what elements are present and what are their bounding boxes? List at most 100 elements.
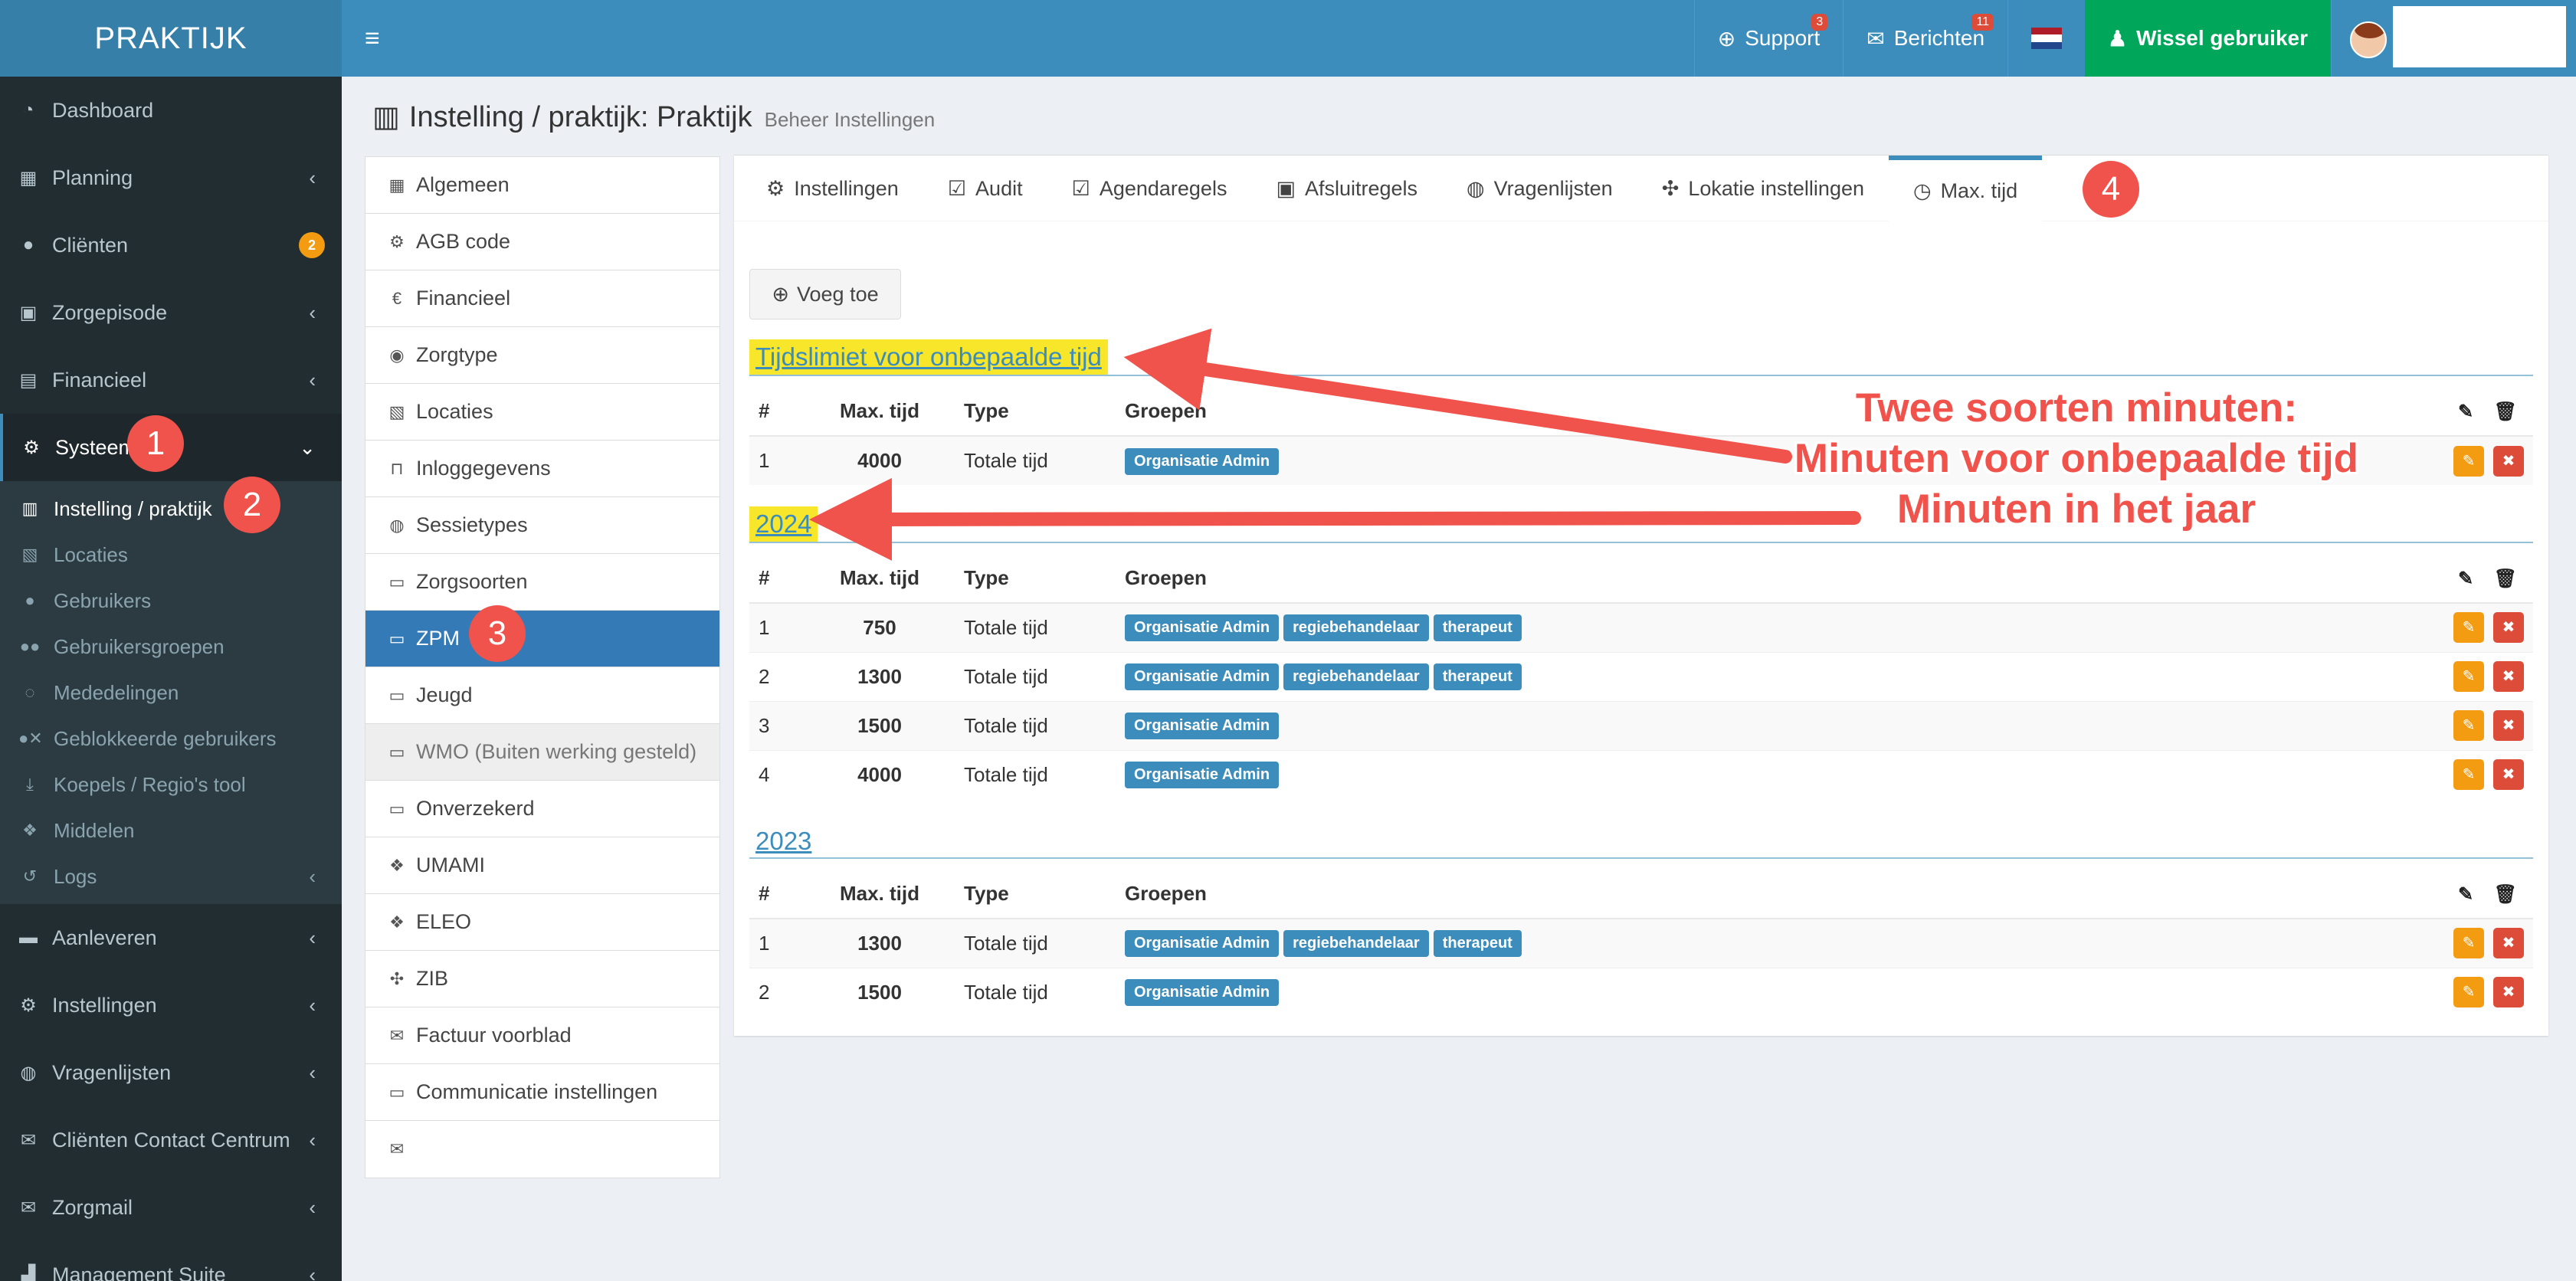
settings-item-algemeen[interactable]: ▦ Algemeen <box>365 157 719 214</box>
cell-actions: ✎ ✖ <box>2441 700 2533 750</box>
submenu-item-label: Middelen <box>54 818 135 842</box>
sidebar-item-planning[interactable]: ▦ Planning ‹ <box>0 144 342 211</box>
table-row: 1 1300 Totale tijd Organisatie Admin regi… <box>749 918 2533 968</box>
submenu-item-gebruikers[interactable]: ● Gebruikers <box>0 578 342 624</box>
settings-item-mail[interactable]: ✉ <box>365 1121 719 1178</box>
navbar-right: ⊕ Support 3 ✉ Berichten 11 ♟ Wissel gebr… <box>1693 0 2576 77</box>
step-marker-3: 3 <box>469 605 526 662</box>
col-type: Type <box>933 554 1117 604</box>
sidebar-item-instellingen[interactable]: ⚙ Instellingen ‹ <box>0 971 342 1039</box>
sidebar-item-clienten[interactable]: ● Cliënten 2 <box>0 211 342 279</box>
user-menu[interactable] <box>2331 0 2576 77</box>
tab-vragenlijsten[interactable]: ◍ Vragenlijsten <box>1442 156 1637 221</box>
messages-link[interactable]: ✉ Berichten 11 <box>1843 0 2007 77</box>
delete-button[interactable]: ✖ <box>2493 612 2524 644</box>
settings-item-wmo[interactable]: ▭ WMO (Buiten werking gesteld) <box>365 724 719 781</box>
edit-button[interactable]: ✎ <box>2453 977 2484 1008</box>
settings-item-factuur-voorblad[interactable]: ✉ Factuur voorblad <box>365 1007 719 1064</box>
settings-item-zorgsoorten[interactable]: ▭ Zorgsoorten <box>365 554 719 611</box>
tab-label: Instellingen <box>794 176 899 200</box>
cell-type: Totale tijd <box>933 918 1117 968</box>
settings-item-communicatie[interactable]: ▭ Communicatie instellingen <box>365 1064 719 1121</box>
settings-item-zib[interactable]: ✣ ZIB <box>365 951 719 1007</box>
delete-button[interactable]: ✖ <box>2493 928 2524 959</box>
settings-item-inloggegevens[interactable]: ⊓ Inloggegevens <box>365 441 719 497</box>
envelope-icon: ✉ <box>20 1129 37 1151</box>
tab-afsluitregels[interactable]: ▣ Afsluitregels <box>1251 156 1442 221</box>
app-logo[interactable]: PRAKTIJK <box>0 0 342 77</box>
edit-button[interactable]: ✎ <box>2453 612 2484 644</box>
trash-icon: 🗑 <box>2493 568 2518 589</box>
sidebar-item-management-suite[interactable]: ▟ Management Suite ‹ <box>0 1241 342 1281</box>
episode-icon: ▣ <box>19 302 38 323</box>
pencil-icon: ✎ <box>2457 884 2474 905</box>
sidebar-item-ccc[interactable]: ✉ Cliënten Contact Centrum ‹ <box>0 1106 342 1174</box>
cell-type: Totale tijd <box>933 602 1117 652</box>
settings-item-sessietypes[interactable]: ◍ Sessietypes <box>365 497 719 554</box>
sidebar-item-label: Aanleveren <box>52 926 157 949</box>
delete-button[interactable]: ✖ <box>2493 710 2524 741</box>
tab-audit[interactable]: ☑ Audit <box>923 156 1047 221</box>
edit-button[interactable]: ✎ <box>2453 759 2484 791</box>
settings-item-label: Jeugd <box>416 683 473 706</box>
tab-label: Max. tijd <box>1940 179 2018 202</box>
support-link[interactable]: ⊕ Support 3 <box>1693 0 1844 77</box>
sidebar-item-vragenlijsten[interactable]: ◍ Vragenlijsten ‹ <box>0 1039 342 1106</box>
add-button[interactable]: ⊕ Voeg toe <box>749 269 901 319</box>
settings-item-jeugd[interactable]: ▭ Jeugd <box>365 667 719 724</box>
sidebar: ◔ Dashboard ▦ Planning ‹ ● Cliënten 2 ▣ … <box>0 77 342 1281</box>
settings-item-label: Zorgsoorten <box>416 570 528 593</box>
book-icon: ▤ <box>19 369 38 391</box>
comments-icon: ◌ <box>25 683 35 702</box>
delete-button[interactable]: ✖ <box>2493 977 2524 1008</box>
settings-item-eleo[interactable]: ❖ ELEO <box>365 894 719 951</box>
settings-item-zorgtype[interactable]: ◉ Zorgtype <box>365 327 719 384</box>
submenu-item-koepels[interactable]: ⤓ Koepels / Regio's tool <box>0 762 342 808</box>
edit-button[interactable]: ✎ <box>2453 445 2484 477</box>
edit-button[interactable]: ✎ <box>2453 710 2484 741</box>
edit-button[interactable]: ✎ <box>2453 661 2484 692</box>
tab-agendaregels[interactable]: ☑ Agendaregels <box>1047 156 1252 221</box>
settings-item-label: Financieel <box>416 287 511 310</box>
settings-item-label: ZIB <box>416 967 449 990</box>
sidebar-item-dashboard[interactable]: ◔ Dashboard <box>0 77 342 144</box>
dashboard-icon: ◔ <box>22 100 34 120</box>
envelope-icon: ✉ <box>389 1025 405 1045</box>
check-square-icon: ☑ <box>1071 176 1090 200</box>
switch-user-button[interactable]: ♟ Wissel gebruiker <box>2085 0 2331 77</box>
settings-item-agb-code[interactable]: ⚙ AGB code <box>365 214 719 270</box>
col-actions: ✎ 🗑 <box>2441 870 2533 919</box>
submenu-item-locaties[interactable]: ▧ Locaties <box>0 532 342 578</box>
tab-lokatie-instellingen[interactable]: ✣ Lokatie instellingen <box>1637 156 1889 221</box>
submenu-item-gebruikersgroepen[interactable]: ●● Gebruikersgroepen <box>0 624 342 670</box>
cell-number: 1 <box>749 918 826 968</box>
settings-item-zpm[interactable]: ▭ ZPM <box>365 611 719 667</box>
delete-button[interactable]: ✖ <box>2493 661 2524 692</box>
settings-item-locaties[interactable]: ▧ Locaties <box>365 384 719 441</box>
delete-button[interactable]: ✖ <box>2493 759 2524 791</box>
settings-item-umami[interactable]: ❖ UMAMI <box>365 837 719 894</box>
settings-item-financieel[interactable]: € Financieel <box>365 270 719 327</box>
envelope-icon: ✉ <box>20 1197 37 1218</box>
submenu-item-geblokkeerde-gebruikers[interactable]: ●✕ Geblokkeerde gebruikers <box>0 716 342 762</box>
settings-item-onverzekerd[interactable]: ▭ Onverzekerd <box>365 781 719 837</box>
cell-actions: ✎ ✖ <box>2441 651 2533 701</box>
submenu-item-middelen[interactable]: ❖ Middelen <box>0 808 342 853</box>
language-selector[interactable] <box>2007 0 2085 77</box>
delete-button[interactable]: ✖ <box>2493 445 2524 477</box>
section-title-2024[interactable]: 2024 <box>749 506 818 542</box>
sidebar-item-zorgmail[interactable]: ✉ Zorgmail ‹ <box>0 1174 342 1241</box>
section-title-2023[interactable]: 2023 <box>749 824 818 859</box>
sidebar-item-aanleveren[interactable]: ▬ Aanleveren ‹ <box>0 904 342 971</box>
menu-toggle-icon[interactable]: ≡ <box>365 23 392 54</box>
submenu-item-logs[interactable]: ↺ Logs ‹ <box>0 853 342 899</box>
submenu-item-instelling[interactable]: ▥ Instelling / praktijk <box>0 486 342 532</box>
submenu-item-mededelingen[interactable]: ◌ Mededelingen <box>0 670 342 716</box>
sidebar-item-financieel[interactable]: ▤ Financieel ‹ <box>0 346 342 414</box>
edit-button[interactable]: ✎ <box>2453 928 2484 959</box>
sidebar-item-label: Management Suite <box>52 1263 226 1281</box>
sidebar-item-zorgepisode[interactable]: ▣ Zorgepisode ‹ <box>0 279 342 346</box>
tab-instellingen[interactable]: ⚙ Instellingen <box>742 156 923 221</box>
tab-max-tijd[interactable]: ◷ Max. tijd <box>1889 156 2043 221</box>
section-title-onbepaalde-tijd[interactable]: Tijdslimiet voor onbepaalde tijd <box>749 339 1108 375</box>
